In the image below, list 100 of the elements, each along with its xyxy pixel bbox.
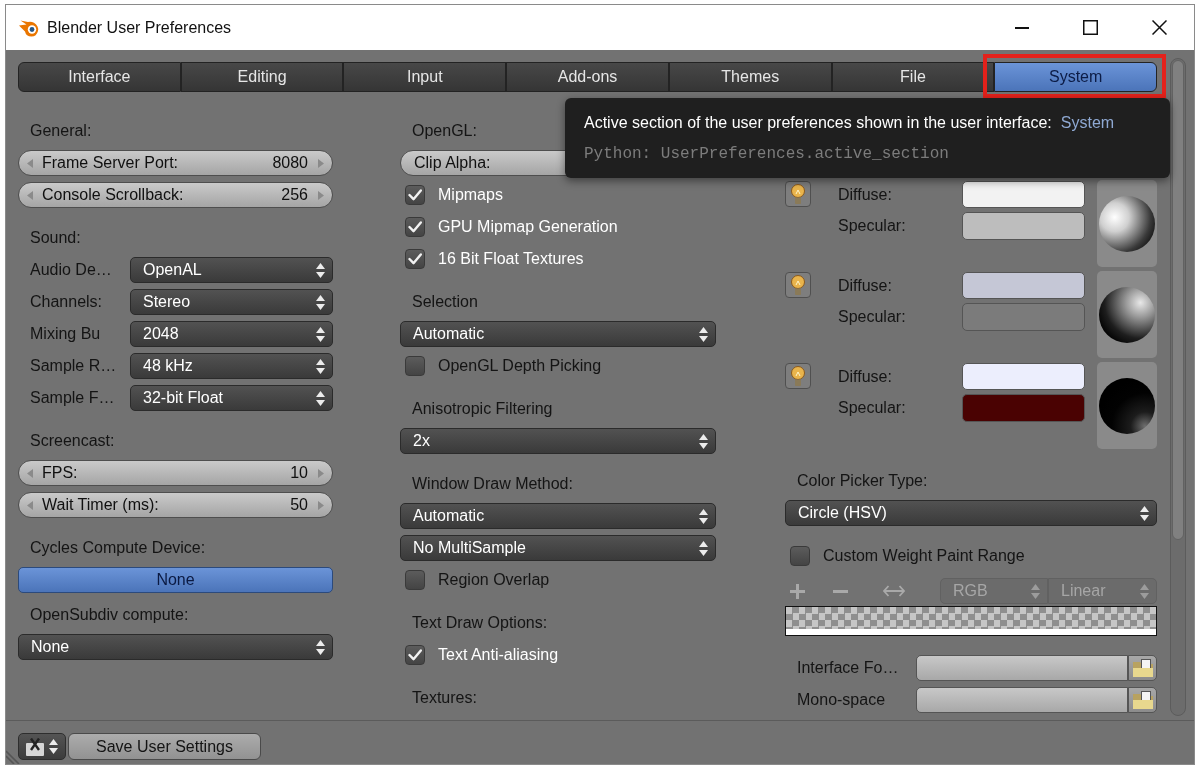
plus-icon[interactable] [790, 583, 805, 599]
checkbox[interactable] [790, 546, 810, 566]
folder-icon [1132, 691, 1153, 709]
number-field[interactable]: FPS: 10 [18, 460, 333, 486]
light-toggle[interactable] [785, 181, 811, 207]
color-field[interactable] [962, 181, 1085, 208]
dropdown[interactable]: 2x [400, 428, 716, 454]
checkbox-label: Mipmaps [438, 185, 503, 205]
tab[interactable]: Themes [668, 62, 832, 92]
number-field[interactable]: Wait Timer (ms): 50 [18, 492, 333, 518]
color-field[interactable] [962, 363, 1085, 390]
check-icon [408, 189, 422, 201]
up-down-arrows-icon [699, 508, 708, 524]
light-toggle[interactable] [785, 272, 811, 298]
field-label: Interface Fo… [797, 658, 899, 678]
checkbox-label: Region Overlap [438, 570, 550, 590]
minimize-icon [1014, 26, 1029, 29]
left-arrow-icon[interactable] [27, 468, 33, 478]
right-arrow-icon[interactable] [318, 500, 324, 510]
light-bulb-icon [791, 184, 805, 204]
file-browse-button[interactable] [1128, 655, 1157, 681]
section-heading: Textures: [412, 688, 477, 708]
left-arrow-icon[interactable] [27, 190, 33, 200]
field-label: Audio De… [30, 260, 112, 280]
up-down-arrows-icon [316, 294, 325, 310]
dropdown[interactable]: Stereo [130, 289, 333, 315]
dropdown[interactable]: Circle (HSV) [785, 500, 1157, 526]
number-field[interactable]: Console Scrollback: 256 [18, 182, 333, 208]
field-label: Mono-space [797, 690, 886, 710]
path-field[interactable] [916, 687, 1128, 713]
check-icon [408, 649, 422, 661]
up-down-arrows-icon [316, 262, 325, 278]
up-down-arrows-icon [316, 358, 325, 374]
section-heading: Cycles Compute Device: [30, 538, 206, 558]
file-browse-button[interactable] [1128, 687, 1157, 713]
checkbox[interactable] [405, 249, 425, 269]
left-arrow-icon[interactable] [27, 500, 33, 510]
dropdown[interactable]: No MultiSample [400, 535, 716, 561]
field-label: Sample F… [30, 388, 115, 408]
preferences-icon [26, 737, 44, 756]
checkbox[interactable] [405, 356, 425, 376]
check-icon [408, 253, 422, 265]
editor-type-button[interactable] [18, 733, 66, 760]
checkbox-label: OpenGL Depth Picking [438, 356, 602, 376]
dropdown[interactable]: Automatic [400, 321, 716, 347]
up-down-arrows-icon [1031, 583, 1040, 599]
color-field[interactable] [962, 303, 1085, 331]
color-ramp-bar[interactable] [785, 606, 1157, 636]
dropdown[interactable]: None [18, 634, 333, 660]
checkbox-label: GPU Mipmap Generation [438, 217, 618, 237]
path-field[interactable] [916, 655, 1128, 681]
section-heading: Selection [412, 292, 478, 312]
scrollbar-thumb[interactable] [1172, 60, 1184, 540]
dropdown[interactable]: 32-bit Float [130, 385, 333, 411]
option-button[interactable]: None [18, 567, 333, 593]
dropdown[interactable]: Automatic [400, 503, 716, 529]
color-field[interactable] [962, 212, 1085, 240]
color-label: Diffuse: [838, 184, 892, 205]
section-heading: OpenGL: [412, 121, 477, 141]
tooltip-value: System [1060, 113, 1115, 133]
checkbox[interactable] [405, 217, 425, 237]
dropdown[interactable]: 48 kHz [130, 353, 333, 379]
maximize-icon [1083, 20, 1098, 35]
tab[interactable]: File [831, 62, 995, 92]
app-logo-icon [19, 18, 39, 37]
scrollbar-track[interactable] [1170, 58, 1186, 716]
color-field[interactable] [962, 394, 1085, 422]
section-heading: Text Draw Options: [412, 613, 548, 633]
right-arrow-icon[interactable] [318, 468, 324, 478]
color-label: Diffuse: [838, 366, 892, 387]
up-down-arrows-icon [1140, 583, 1149, 599]
color-label: Diffuse: [838, 275, 892, 296]
minus-icon[interactable] [833, 589, 848, 593]
corner-grip-icon[interactable] [6, 750, 20, 764]
tab[interactable]: Input [343, 62, 507, 92]
right-arrow-icon[interactable] [318, 190, 324, 200]
left-arrow-icon[interactable] [27, 158, 33, 168]
dropdown[interactable]: 2048 [130, 321, 333, 347]
number-field[interactable]: Frame Server Port: 8080 [18, 150, 333, 176]
light-toggle[interactable] [785, 363, 811, 389]
right-arrow-icon[interactable] [318, 158, 324, 168]
light-bulb-icon [791, 275, 805, 295]
section-heading: General: [30, 121, 92, 141]
section-heading: Sound: [30, 228, 81, 248]
dropdown[interactable]: OpenAL [130, 257, 333, 283]
checkbox[interactable] [405, 185, 425, 205]
field-label: Sample R… [30, 356, 117, 376]
checkbox[interactable] [405, 570, 425, 590]
checkbox[interactable] [405, 645, 425, 665]
up-down-arrows-icon [699, 433, 708, 449]
tab[interactable]: Add-ons [506, 62, 669, 92]
save-button[interactable]: Save User Settings [68, 733, 261, 760]
double-arrow-icon[interactable] [883, 585, 905, 597]
check-icon [408, 221, 422, 233]
up-down-arrows-icon [316, 639, 325, 655]
color-field[interactable] [962, 272, 1085, 299]
tab[interactable]: Editing [180, 62, 344, 92]
up-down-arrows-icon [1140, 505, 1149, 521]
tab[interactable]: System [994, 62, 1158, 92]
tab[interactable]: Interface [18, 62, 181, 92]
